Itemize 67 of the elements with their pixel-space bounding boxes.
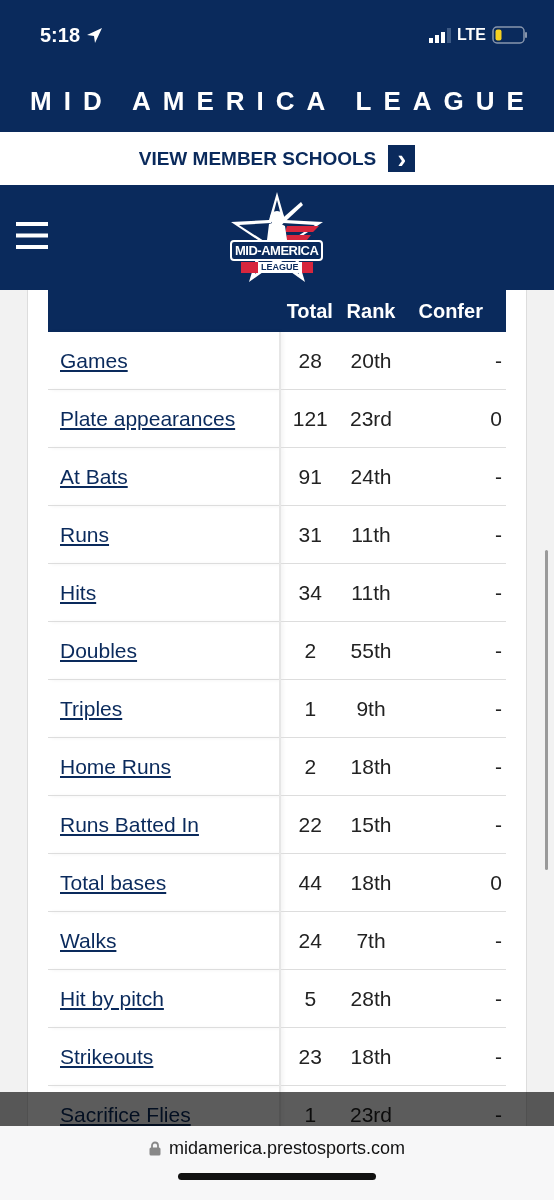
- table-cell: -: [402, 447, 506, 506]
- logo-wordmark: MID-AMERICA: [230, 239, 324, 261]
- table-cell: 24: [280, 911, 340, 970]
- stat-link[interactable]: Plate appearances: [60, 406, 236, 430]
- table-cell: 23rd: [339, 389, 403, 448]
- table-cell: 0: [402, 853, 506, 912]
- table-cell: -: [402, 332, 506, 390]
- menu-icon[interactable]: [16, 222, 48, 249]
- table-cell: -: [402, 737, 506, 796]
- stat-link[interactable]: Hit by pitch: [60, 986, 164, 1010]
- table-cell: 28: [280, 332, 340, 390]
- table-cell: 22: [280, 795, 340, 854]
- table-cell: -: [402, 563, 506, 622]
- table-cell: 34: [280, 563, 340, 622]
- column-header: Rank: [339, 290, 403, 332]
- table-cell: 44: [280, 853, 340, 912]
- table-cell: 18th: [339, 1027, 403, 1086]
- table-cell: -: [402, 969, 506, 1028]
- table-cell: 121: [280, 389, 340, 448]
- table-cell: -: [402, 1027, 506, 1086]
- stat-link[interactable]: Triples: [60, 696, 123, 720]
- site-title: MID AMERICA LEAGUE: [29, 84, 537, 118]
- logo-subtitle: LEAGUE: [258, 261, 302, 273]
- table-cell: 23: [280, 1027, 340, 1086]
- table-cell: 18th: [339, 737, 403, 796]
- table-cell: 0: [402, 389, 506, 448]
- time: 5:18: [40, 23, 81, 47]
- scrollbar[interactable]: [545, 550, 548, 870]
- table-cell: 15th: [339, 795, 403, 854]
- battery-icon: [492, 26, 528, 44]
- table-cell: 1: [280, 679, 340, 738]
- table-cell: 5: [280, 969, 340, 1028]
- stat-link[interactable]: Walks: [60, 928, 117, 952]
- stat-link[interactable]: Runs: [60, 522, 110, 546]
- table-cell: 2: [280, 737, 340, 796]
- table-cell: 11th: [339, 563, 403, 622]
- stat-link[interactable]: Strikeouts: [60, 1044, 154, 1068]
- table-cell: -: [402, 795, 506, 854]
- stat-link[interactable]: Total bases: [60, 870, 167, 894]
- stat-link[interactable]: Games: [60, 348, 128, 372]
- stat-link[interactable]: At Bats: [60, 464, 128, 488]
- table-cell: 20th: [339, 332, 403, 390]
- table-cell: -: [402, 679, 506, 738]
- stat-link[interactable]: Runs Batted In: [60, 812, 199, 836]
- table-cell: 28th: [339, 969, 403, 1028]
- stat-link[interactable]: Doubles: [60, 638, 138, 662]
- table-cell: 55th: [339, 621, 403, 680]
- stat-link[interactable]: Hits: [60, 580, 97, 604]
- chevron-right-icon: ›: [388, 145, 416, 172]
- table-cell: 24th: [339, 447, 403, 506]
- stat-link[interactable]: Home Runs: [60, 754, 171, 778]
- location-arrow-icon: [86, 26, 104, 44]
- table-cell: -: [402, 911, 506, 970]
- table-cell: 11th: [339, 505, 403, 564]
- table-cell: -: [402, 505, 506, 564]
- table-cell: 2: [280, 621, 340, 680]
- table-cell: 18th: [339, 853, 403, 912]
- table-cell: -: [402, 621, 506, 680]
- network-label: LTE: [456, 26, 486, 44]
- column-header: Total: [280, 290, 340, 332]
- table-cell: 9th: [339, 679, 403, 738]
- table-cell: 91: [280, 447, 340, 506]
- column-header: Confer: [402, 290, 506, 332]
- table-cell: 7th: [339, 911, 403, 970]
- signal-icon: [428, 27, 451, 43]
- table-cell: 31: [280, 505, 340, 564]
- lock-icon: [148, 1141, 161, 1156]
